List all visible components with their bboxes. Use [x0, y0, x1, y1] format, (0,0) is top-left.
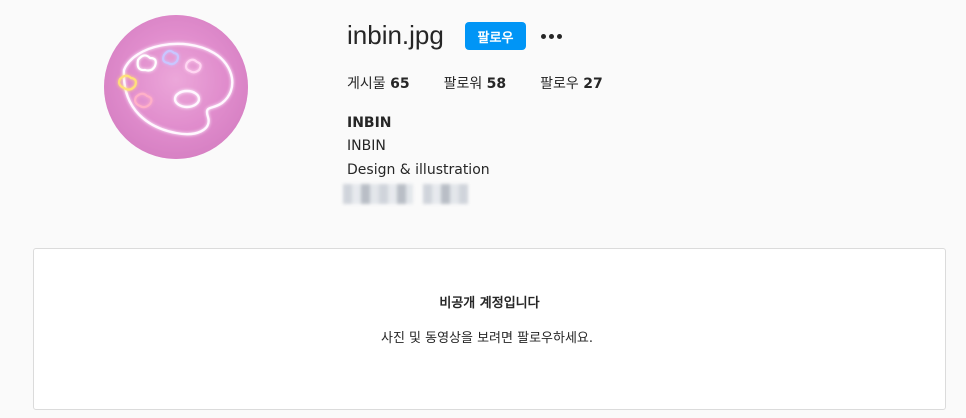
following-stat[interactable]: 팔로우 27	[540, 73, 603, 93]
profile-full-name: INBIN	[347, 115, 392, 131]
followers-label: 팔로워	[443, 76, 483, 92]
blurred-text	[423, 184, 468, 204]
following-label: 팔로우	[540, 76, 579, 92]
more-options-icon[interactable]	[538, 24, 564, 48]
private-account-description: 사진 및 동영상을 보려면 팔로우하세요.	[380, 331, 594, 346]
posts-label: 게시물	[347, 76, 386, 92]
followers-stat[interactable]: 팔로워 58	[444, 73, 507, 93]
blurred-link[interactable]	[343, 184, 468, 204]
profile-stats: 게시물 65 팔로워 58 팔로우 27	[347, 73, 637, 93]
dot-icon	[556, 33, 562, 39]
follow-button[interactable]: 팔로우	[465, 22, 526, 50]
dot-icon	[540, 33, 546, 39]
posts-count: 65	[390, 76, 410, 92]
private-account-title: 비공개 계정입니다	[439, 296, 540, 311]
profile-username: inbin.jpg	[347, 20, 444, 50]
posts-stat: 게시물 65	[347, 73, 410, 93]
profile-avatar[interactable]	[104, 15, 248, 159]
followers-count: 58	[486, 76, 507, 92]
dot-icon	[548, 33, 554, 39]
neon-palette-icon	[104, 15, 248, 159]
private-account-panel: 비공개 계정입니다 사진 및 동영상을 보려면 팔로우하세요.	[33, 248, 946, 410]
following-count: 27	[583, 76, 603, 92]
profile-bio: Design & illustration	[347, 162, 490, 178]
blurred-text	[343, 184, 413, 204]
profile-category: INBIN	[347, 138, 386, 154]
